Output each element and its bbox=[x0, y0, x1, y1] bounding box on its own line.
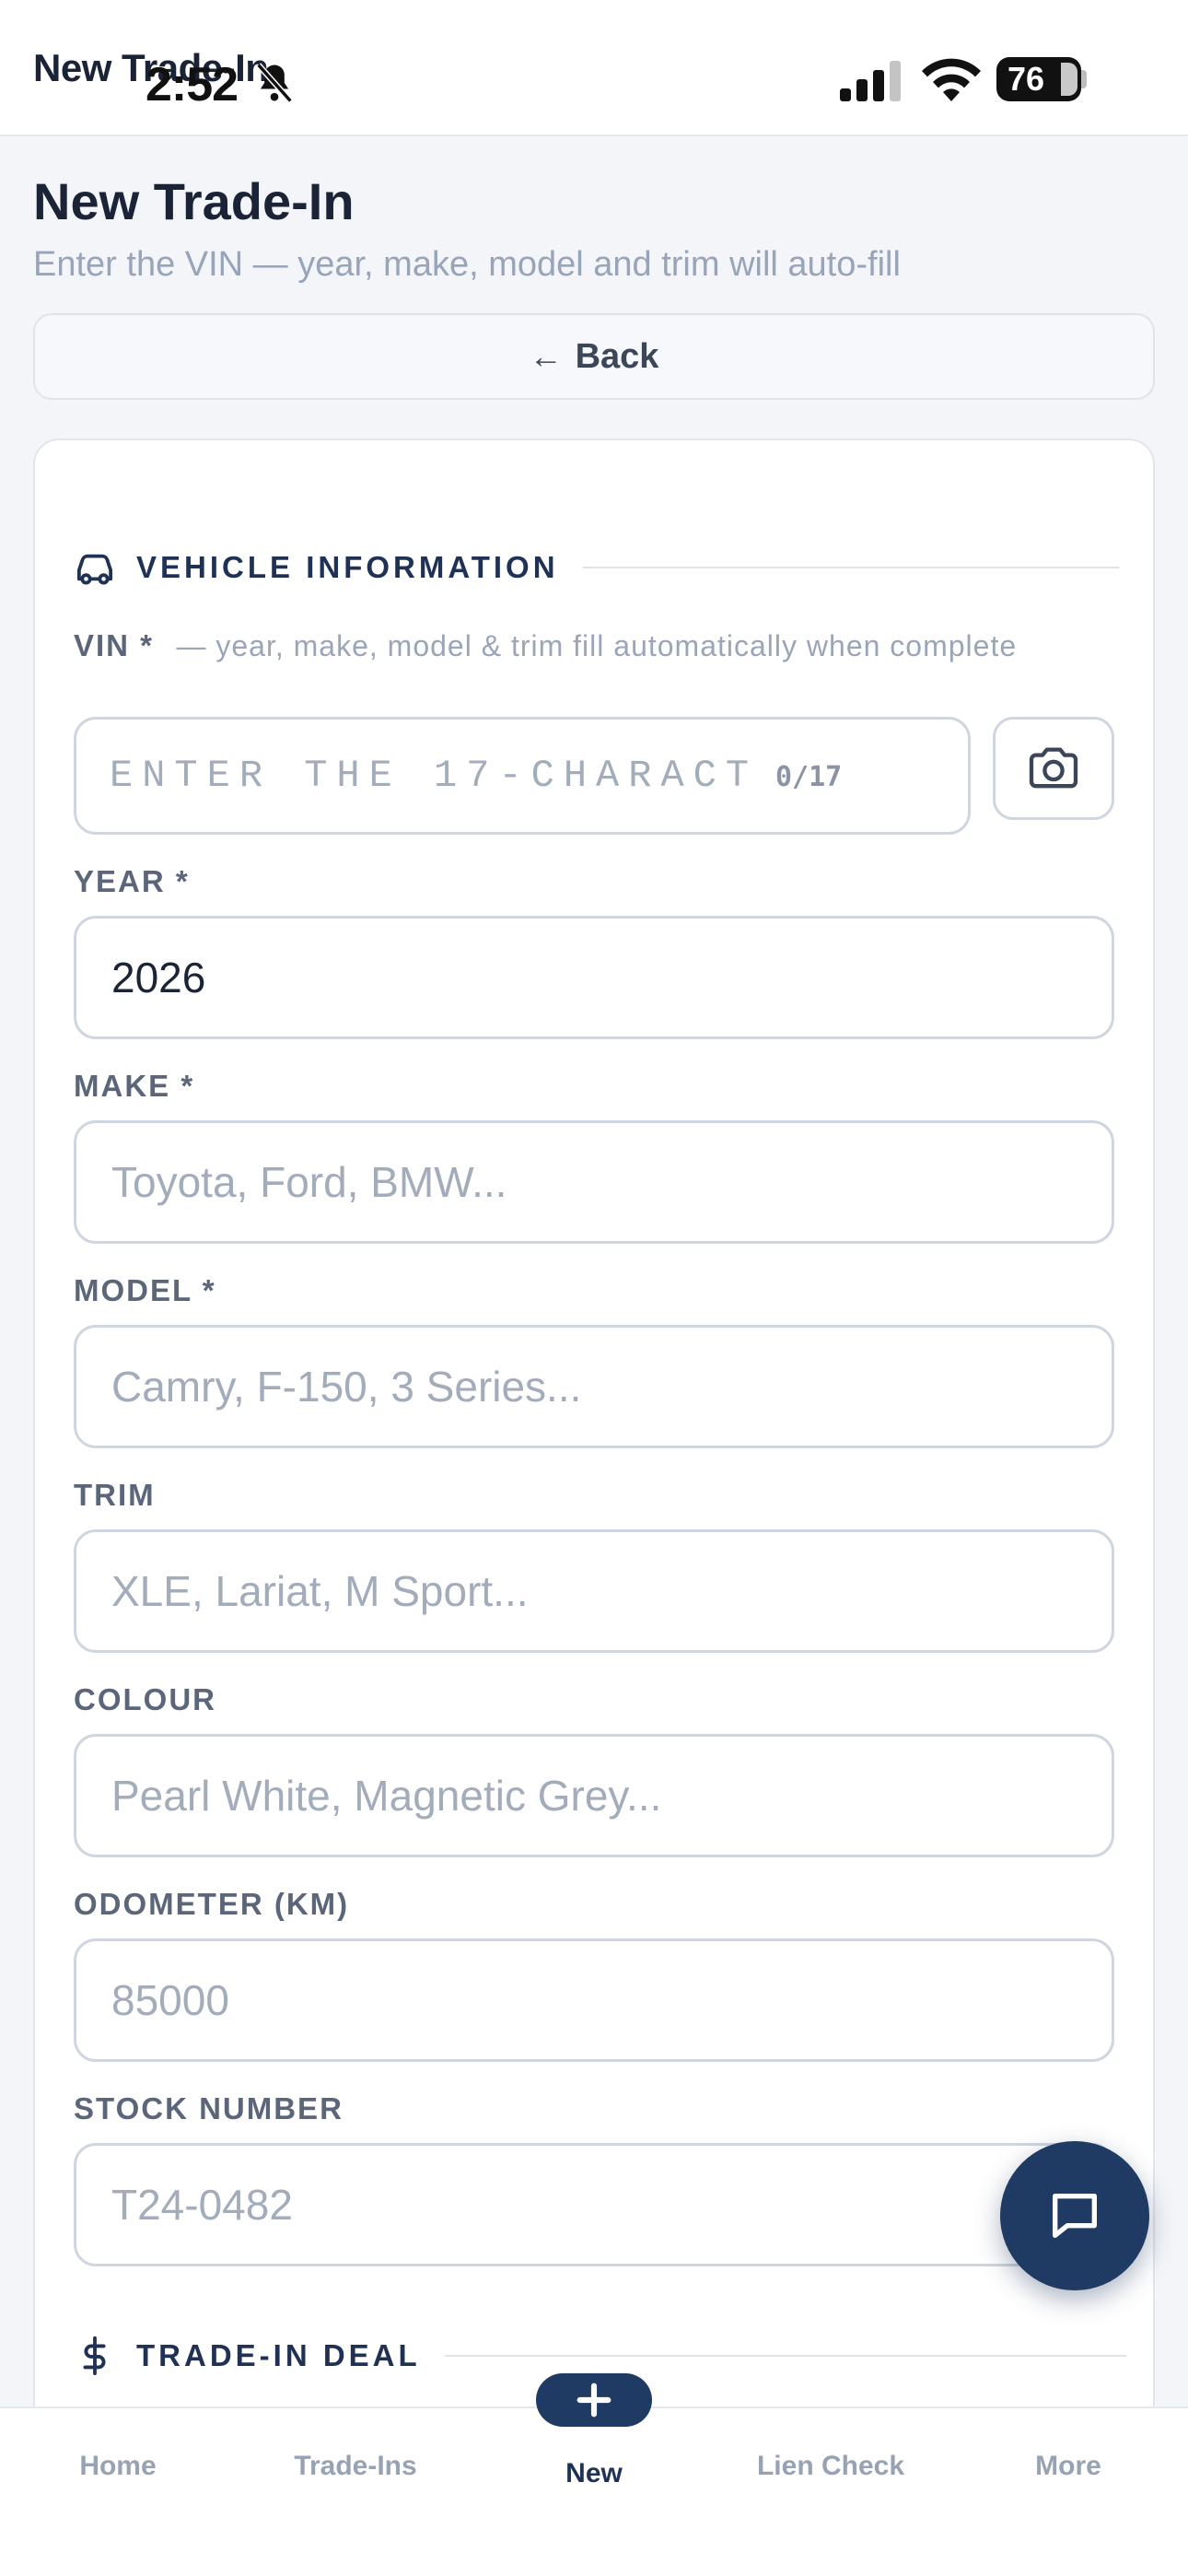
vin-character-count: 0/17 bbox=[775, 761, 843, 793]
year-label: YEAR * bbox=[74, 864, 190, 898]
plus-icon bbox=[577, 2383, 611, 2418]
vin-placeholder: ENTER THE 17-CHARACT bbox=[110, 754, 759, 798]
page-title: New Trade-In bbox=[33, 172, 355, 230]
make-label: MAKE * bbox=[74, 1069, 195, 1103]
status-time: 2:52 bbox=[146, 58, 239, 111]
trim-label: TRIM bbox=[74, 1478, 156, 1512]
make-input[interactable]: Toyota, Ford, BMW... bbox=[74, 1120, 1114, 1244]
vin-label-text: VIN * bbox=[74, 628, 155, 662]
nav-home[interactable]: Home bbox=[17, 2451, 219, 2482]
scan-vin-button[interactable] bbox=[993, 717, 1114, 820]
nav-trade-ins[interactable]: Trade-Ins bbox=[254, 2451, 457, 2482]
odometer-label: ODOMETER (KM) bbox=[74, 1887, 350, 1921]
new-trade-in-screen: New Trade-In 2:52 76 New Trade-In Enter … bbox=[0, 0, 1188, 2576]
section-divider bbox=[444, 2355, 1126, 2357]
deal-section-title: TRADE-IN DEAL bbox=[136, 2338, 421, 2372]
stock-number-input[interactable]: T24-0482 bbox=[74, 2143, 1114, 2266]
cellular-signal-icon bbox=[840, 61, 901, 101]
back-button-label: Back bbox=[575, 336, 659, 376]
chat-button[interactable] bbox=[1000, 2141, 1149, 2290]
colour-label: COLOUR bbox=[74, 1682, 216, 1716]
nav-new[interactable]: New bbox=[493, 2458, 695, 2489]
stock-number-label: STOCK NUMBER bbox=[74, 2091, 344, 2125]
wifi-icon bbox=[922, 58, 981, 101]
odometer-input[interactable]: 85000 bbox=[74, 1938, 1114, 2062]
vehicle-section-title: VEHICLE INFORMATION bbox=[136, 550, 559, 584]
trim-input[interactable]: XLE, Lariat, M Sport... bbox=[74, 1529, 1114, 1653]
dollar-icon bbox=[83, 2336, 106, 2376]
vin-hint: — year, make, model & trim fill automati… bbox=[176, 629, 1018, 662]
battery-nub bbox=[1081, 70, 1087, 88]
back-button[interactable]: ← Back bbox=[33, 313, 1155, 400]
section-divider bbox=[582, 567, 1119, 568]
nav-new-pill[interactable] bbox=[536, 2373, 652, 2427]
camera-icon bbox=[1029, 747, 1078, 789]
nav-lien-check[interactable]: Lien Check bbox=[729, 2451, 932, 2482]
page-subtitle: Enter the VIN — year, make, model and tr… bbox=[33, 245, 901, 284]
bottom-navigation: Home Trade-Ins New Lien Check More bbox=[0, 2406, 1188, 2576]
status-bar: New Trade-In 2:52 76 bbox=[0, 0, 1188, 136]
chat-bubble-icon bbox=[1053, 2194, 1097, 2238]
model-input[interactable]: Camry, F-150, 3 Series... bbox=[74, 1325, 1114, 1448]
vin-label: VIN * — year, make, model & trim fill au… bbox=[74, 626, 1114, 672]
bell-muted-icon bbox=[256, 63, 293, 103]
back-arrow-icon: ← bbox=[529, 337, 563, 375]
colour-input[interactable]: Pearl White, Magnetic Grey... bbox=[74, 1734, 1114, 1857]
battery-level: 76 bbox=[1007, 60, 1045, 98]
nav-more[interactable]: More bbox=[967, 2451, 1170, 2482]
battery-indicator: 76 bbox=[996, 57, 1081, 101]
model-label: MODEL * bbox=[74, 1273, 216, 1307]
car-icon bbox=[76, 554, 113, 585]
deal-section-header: TRADE-IN DEAL bbox=[74, 2335, 1126, 2377]
year-input[interactable]: 2026 bbox=[74, 916, 1114, 1039]
vehicle-section-header: VEHICLE INFORMATION bbox=[74, 549, 1119, 586]
